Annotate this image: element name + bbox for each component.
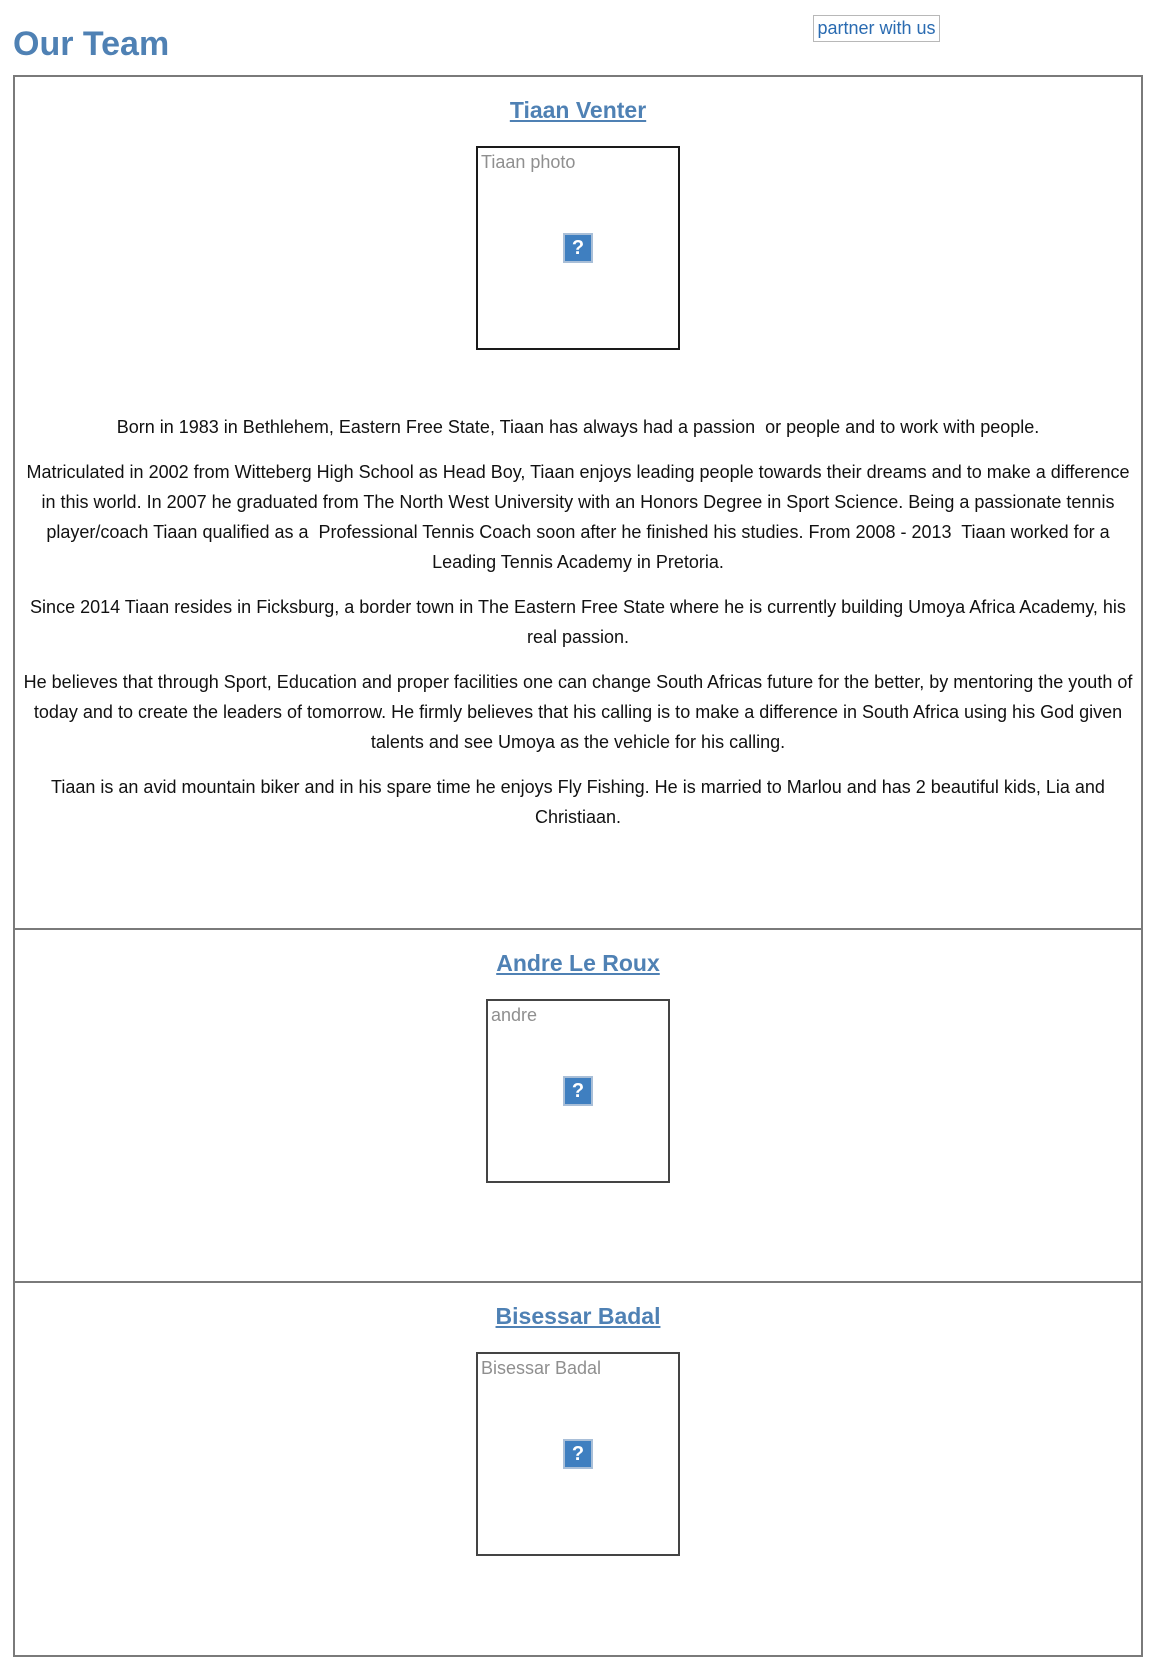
broken-image-icon: ? bbox=[563, 233, 593, 263]
member-photo: Tiaan photo ? bbox=[476, 146, 680, 350]
bio-paragraph: Born in 1983 in Bethlehem, Eastern Free … bbox=[116, 417, 1040, 437]
bio-paragraph: He believes that through Sport, Educatio… bbox=[23, 672, 1138, 752]
bio-paragraph: Matriculated in 2002 from Witteberg High… bbox=[26, 462, 1135, 572]
member-name-link[interactable]: Bisessar Badal bbox=[496, 1283, 661, 1331]
member-bio: Born in 1983 in Bethlehem, Eastern Free … bbox=[15, 412, 1141, 832]
team-table: Tiaan Venter Tiaan photo ? Born in 1983 … bbox=[13, 75, 1143, 1657]
bio-paragraph: Tiaan is an avid mountain biker and in h… bbox=[51, 777, 1110, 827]
bio-paragraph: Since 2014 Tiaan resides in Ficksburg, a… bbox=[30, 597, 1131, 647]
member-photo: andre ? bbox=[486, 999, 670, 1183]
broken-image-icon: ? bbox=[563, 1076, 593, 1106]
page-title: Our Team bbox=[13, 25, 170, 63]
photo-alt-text: Bisessar Badal bbox=[481, 1358, 602, 1378]
team-member-tiaan-venter: Tiaan Venter Tiaan photo ? Born in 1983 … bbox=[15, 77, 1141, 930]
partner-with-us-link[interactable]: partner with us bbox=[813, 15, 940, 42]
member-name-link[interactable]: Andre Le Roux bbox=[496, 930, 660, 978]
team-member-andre-le-roux: Andre Le Roux andre ? bbox=[15, 930, 1141, 1283]
broken-image-icon: ? bbox=[563, 1439, 593, 1469]
member-photo: Bisessar Badal ? bbox=[476, 1352, 680, 1556]
team-member-bisessar-badal: Bisessar Badal Bisessar Badal ? bbox=[15, 1283, 1141, 1655]
photo-alt-text: andre bbox=[491, 1005, 538, 1025]
member-name-link[interactable]: Tiaan Venter bbox=[510, 77, 646, 125]
photo-alt-text: Tiaan photo bbox=[481, 152, 576, 172]
